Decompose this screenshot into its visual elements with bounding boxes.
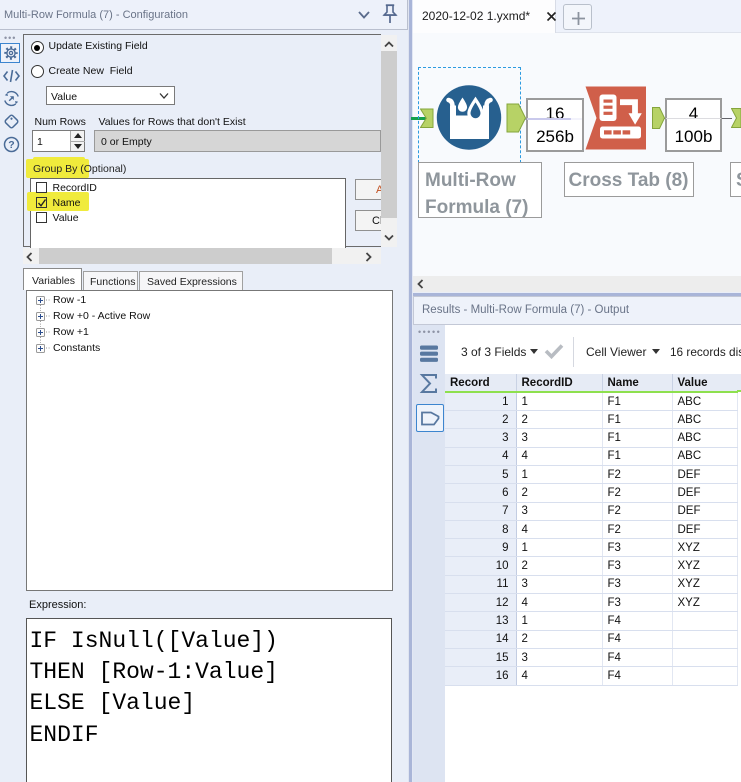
svg-text:?: ?: [8, 139, 14, 151]
